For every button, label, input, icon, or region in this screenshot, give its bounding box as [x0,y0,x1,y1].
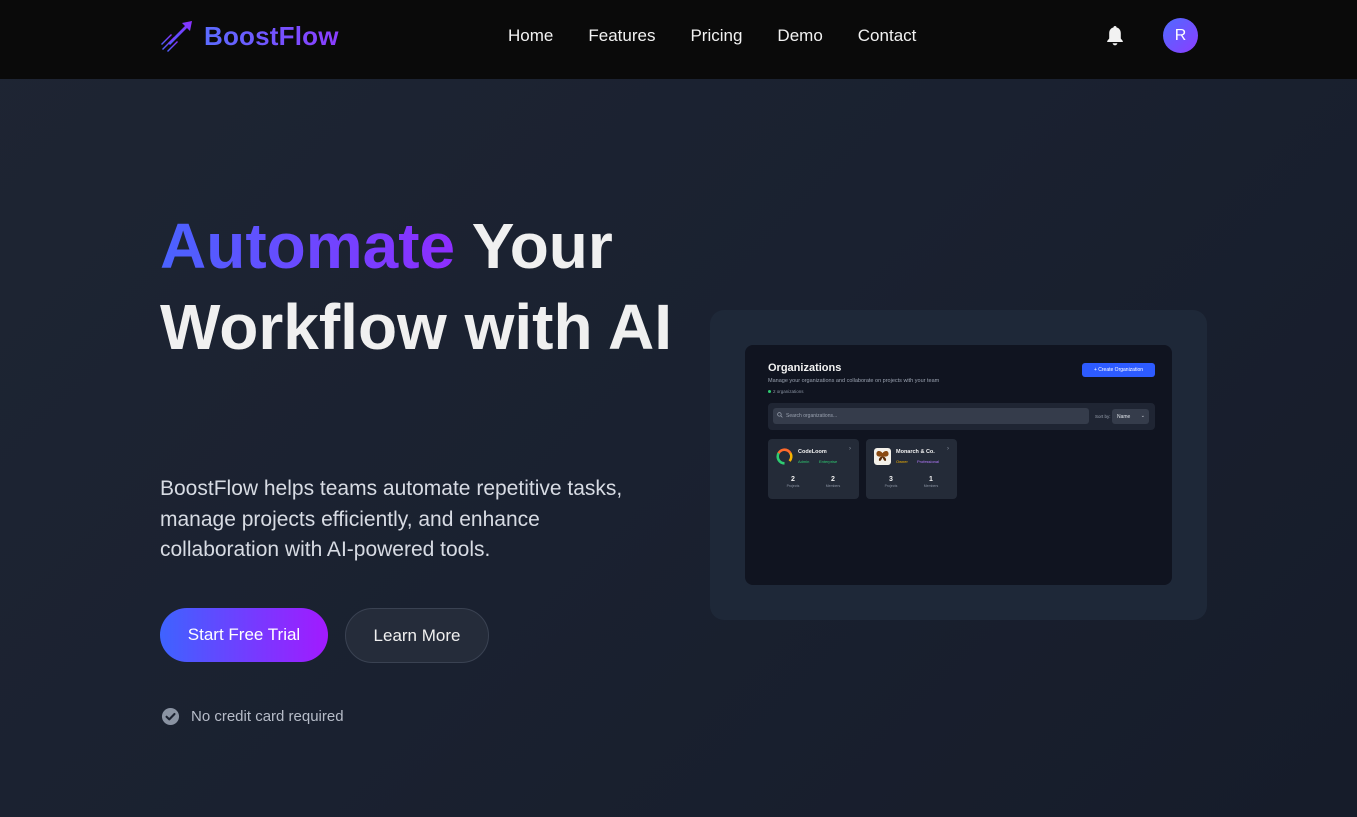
app-preview-screen: Organizations Manage your organizations … [745,345,1172,585]
no-credit-card-text: No credit card required [191,708,344,725]
org-plan-badge: Enterprise [819,459,838,464]
brand-logo[interactable]: BoostFlow [160,18,339,54]
org-projects-count: 3 [889,476,893,483]
start-free-trial-button[interactable]: Start Free Trial [160,608,328,662]
preview-sort-label: Sort by: [1095,414,1111,419]
preview-org-count: 2 organizations [768,389,804,394]
chevron-right-icon: › [947,446,949,452]
org-role-badge: Owner [896,459,908,464]
preview-title: Organizations [768,362,842,374]
hero-description: BoostFlow helps teams automate repetitiv… [160,477,623,561]
preview-sort-value: Name [1117,413,1131,420]
nav-link-demo[interactable]: Demo [777,26,822,46]
navbar: BoostFlow Home Features Pricing Demo Con… [0,0,1357,79]
learn-more-button[interactable]: Learn More [345,608,489,663]
preview-filter-bar: Search organizations... Sort by: Name ⌄ [768,403,1155,430]
nav-link-home[interactable]: Home [508,26,553,46]
org-members-count: 2 [831,476,835,483]
user-avatar[interactable]: R [1163,18,1198,53]
create-organization-button: + Create Organization [1082,363,1155,377]
org-role-badge: Admin [798,459,810,464]
org-projects-stat: 2 Projects [773,476,813,488]
org-members-count: 1 [929,476,933,483]
preview-search-input: Search organizations... [773,408,1089,424]
main-nav: Home Features Pricing Demo Contact [508,26,951,46]
nav-link-features[interactable]: Features [588,26,655,46]
search-icon [777,412,783,418]
org-members-stat: 2 Members [813,476,853,488]
butterfly-logo-icon [874,448,891,465]
org-projects-stat: 3 Projects [871,476,911,488]
codeloom-logo-icon [776,448,793,465]
org-card-codeloom: CodeLoom › Admin Enterprise 2 Projects 2… [768,439,859,499]
org-members-label: Members [923,484,939,488]
org-name: CodeLoom [798,449,827,455]
check-circle-icon [161,707,180,726]
org-projects-label: Projects [884,484,898,488]
brand-name: BoostFlow [204,20,339,51]
status-dot [768,390,771,393]
rocket-logo-icon [161,21,192,52]
hero-title-accent: Automate [160,210,456,282]
hero-title: Automate Your Workflow with AI [160,206,680,368]
preview-search-placeholder: Search organizations... [786,413,838,419]
nav-link-pricing[interactable]: Pricing [690,26,742,46]
org-members-stat: 1 Members [911,476,951,488]
chevron-down-icon: ⌄ [1140,413,1145,419]
org-projects-label: Projects [786,484,800,488]
org-name: Monarch & Co. [896,449,935,455]
org-members-label: Members [825,484,841,488]
preview-sort-select: Name ⌄ [1112,409,1149,424]
no-credit-card-note: No credit card required [161,707,344,726]
org-card-monarch: Monarch & Co. › Owner Professional 3 Pro… [866,439,957,499]
org-projects-count: 2 [791,476,795,483]
bell-icon [1107,26,1123,46]
chevron-right-icon: › [849,446,851,452]
preview-subtitle: Manage your organizations and collaborat… [768,378,940,384]
nav-link-contact[interactable]: Contact [858,26,917,46]
preview-org-count-text: 2 organizations [773,389,804,394]
org-plan-badge: Professional [917,459,940,464]
notifications-button[interactable] [1103,24,1127,48]
